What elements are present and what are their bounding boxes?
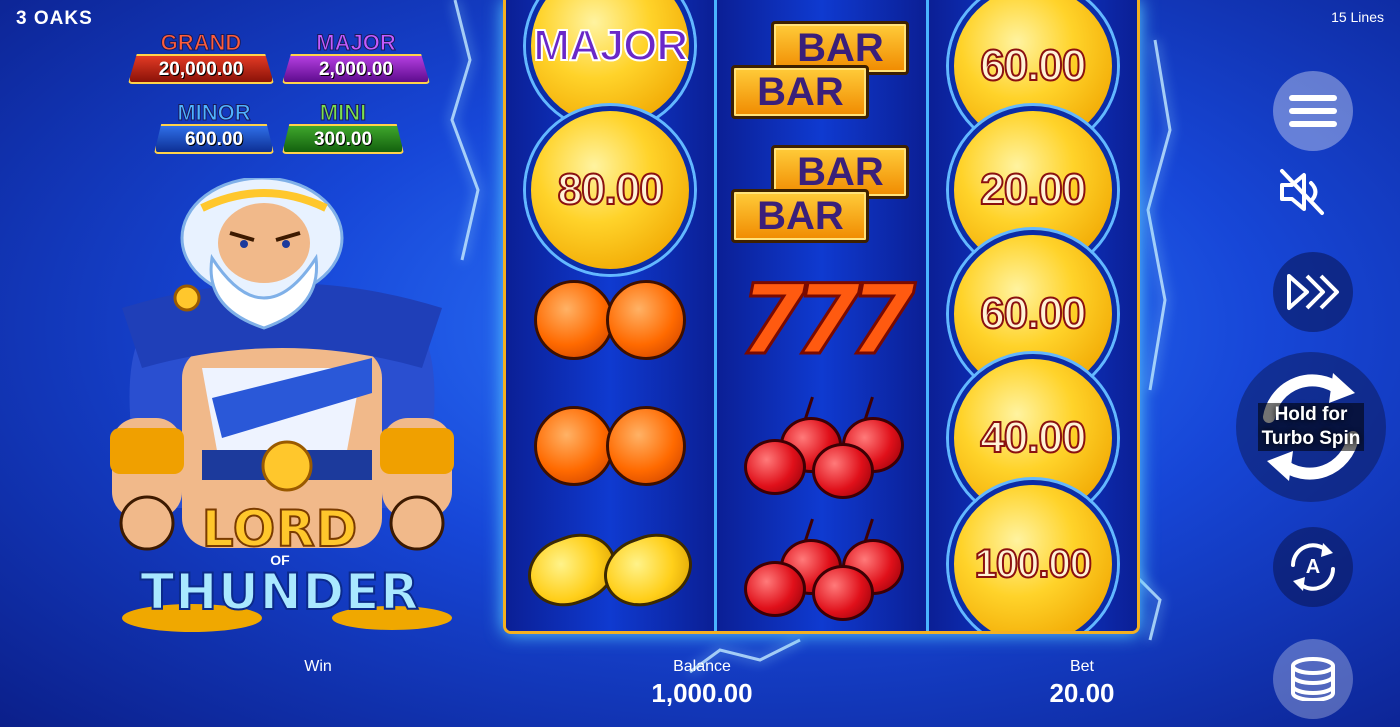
bar-icon: BAR (731, 65, 870, 119)
orange-icon (606, 406, 687, 486)
sevens-symbol: 777 (738, 263, 917, 378)
turbo-button[interactable] (1273, 252, 1353, 332)
reel-2: BAR BAR BAR BAR 777 (717, 0, 929, 631)
coin-symbol: 80.00 (526, 106, 695, 274)
lemon-icon (594, 522, 703, 618)
reel-1-cell-2: 80.00 (506, 106, 714, 274)
jackpot-grand: GRAND 20,000.00 (128, 30, 274, 84)
logo-thunder: THUNDER (139, 563, 420, 621)
turbo-spin-hint-line2: Turbo Spin (1261, 428, 1361, 449)
jackpot-mini-value: 300.00 (282, 124, 404, 154)
jackpot-major: MAJOR 2,000.00 (282, 30, 430, 84)
reel-2-cell-2: BAR BAR (717, 132, 925, 256)
coin-stack-icon (1291, 657, 1335, 701)
cherries-symbol (736, 513, 906, 623)
sound-toggle-button[interactable] (1274, 164, 1330, 220)
reel-3: 60.00 20.00 60.00 40.00 100.00 (928, 0, 1137, 631)
reel-2-cell-5 (717, 506, 925, 630)
lemon-symbol (518, 522, 703, 618)
menu-button[interactable] (1273, 71, 1353, 151)
jackpot-minor: MINOR 600.00 (154, 100, 274, 154)
orange-icon (534, 406, 615, 486)
game-logo: LORD OF THUNDER (120, 500, 440, 621)
orange-symbol (534, 280, 687, 360)
autoplay-letter: A (1305, 555, 1321, 578)
reel-2-cell-1: BAR BAR (717, 8, 925, 132)
bet-settings-button[interactable] (1273, 639, 1353, 719)
reel-1-cell-5 (506, 508, 714, 631)
jackpot-minor-label: MINOR (177, 100, 251, 125)
cherries-symbol (736, 391, 906, 501)
paylines-count: 15 Lines (1331, 9, 1384, 25)
bet-value: 20.00 (1049, 678, 1115, 708)
double-bar-symbol: BAR BAR (731, 15, 911, 125)
bar-icon: BAR (731, 189, 870, 243)
logo-lord: LORD (201, 500, 359, 558)
win-display: Win (268, 657, 368, 677)
brand-logo: 3 OAKS (16, 8, 93, 29)
jackpot-grand-label: GRAND (160, 30, 242, 55)
orange-symbol (534, 406, 687, 486)
bet-display: Bet 20.00 (1022, 657, 1142, 709)
orange-icon (606, 280, 687, 360)
balance-value: 1,000.00 (651, 678, 753, 708)
win-label: Win (304, 658, 332, 675)
turbo-spin-hint-line1: Hold for (1274, 404, 1348, 425)
reel-grid: MAJOR 80.00 BAR BAR BAR BAR 777 60.00 20… (503, 0, 1140, 634)
jackpot-minor-value: 600.00 (154, 124, 274, 154)
speaker-muted-icon (1280, 169, 1324, 215)
jackpot-major-value: 2,000.00 (282, 54, 430, 84)
reel-2-cell-3: 777 (717, 258, 925, 382)
balance-display: Balance 1,000.00 (612, 657, 792, 709)
reel-2-cell-4 (717, 384, 925, 508)
jackpot-mini-label: MINI (319, 100, 367, 125)
reel-1-cell-4 (506, 384, 714, 508)
cherry-icon (812, 565, 875, 621)
balance-label: Balance (673, 658, 731, 675)
spin-button[interactable]: Hold for Turbo Spin (1236, 352, 1386, 502)
reel-3-cell-5: 100.00 (929, 480, 1137, 631)
cherry-icon (812, 443, 875, 499)
fast-forward-icon (1287, 274, 1339, 310)
reel-1: MAJOR 80.00 (506, 0, 718, 631)
jackpot-major-label: MAJOR (316, 30, 396, 55)
autoplay-button[interactable]: A (1273, 527, 1353, 607)
bet-label: Bet (1069, 658, 1094, 675)
orange-icon (534, 280, 615, 360)
jackpot-mini: MINI 300.00 (282, 100, 404, 154)
coin-symbol: 100.00 (948, 480, 1117, 631)
cherry-icon (744, 561, 807, 617)
double-bar-symbol: BAR BAR (731, 139, 911, 249)
turbo-spin-hint: Hold for Turbo Spin (1257, 403, 1365, 451)
reel-1-cell-3 (506, 258, 714, 382)
cherry-icon (744, 439, 807, 495)
jackpot-grand-value: 20,000.00 (128, 54, 274, 84)
hamburger-icon (1289, 88, 1337, 134)
